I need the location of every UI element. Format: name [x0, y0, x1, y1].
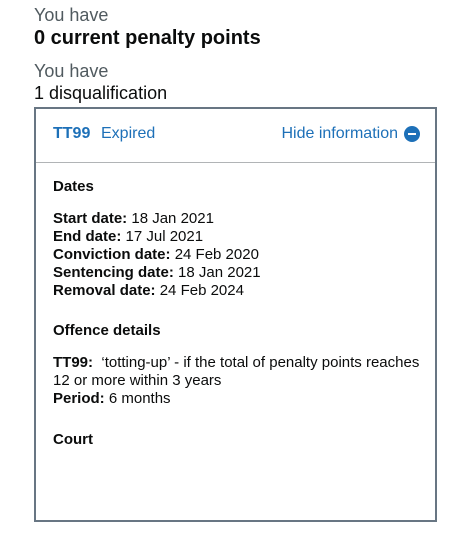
- date-label: Removal date:: [53, 282, 156, 299]
- points-value: 0 current penalty points: [34, 27, 261, 49]
- date-label: Sentencing date:: [53, 264, 174, 281]
- hide-information-label[interactable]: Hide information: [282, 125, 399, 143]
- date-value: 24 Feb 2024: [159, 282, 244, 299]
- court-heading: Court: [53, 431, 93, 448]
- offence-description: TT99: ‘totting-up’ - if the total of pen…: [53, 354, 421, 390]
- period-label: Period:: [53, 390, 105, 407]
- date-value: 17 Jul 2021: [125, 228, 204, 245]
- date-row-conviction: Conviction date: 24 Feb 2020: [53, 246, 421, 264]
- disqualification-label: You have: [34, 61, 109, 81]
- minus-circle-icon[interactable]: [404, 126, 420, 142]
- offence-status: Expired: [101, 125, 156, 142]
- offence-card-body: Dates Start date: 18 Jan 2021 End date: …: [53, 178, 421, 449]
- date-row-start: Start date: 18 Jan 2021: [53, 210, 421, 228]
- hide-information-toggle[interactable]: Hide information: [282, 125, 420, 143]
- offence-details-heading: Offence details: [53, 322, 161, 339]
- date-row-removal: Removal date: 24 Feb 2024: [53, 282, 421, 300]
- offence-code: TT99: [53, 125, 91, 142]
- date-value: 18 Jan 2021: [131, 210, 214, 227]
- offence-period: Period: 6 months: [53, 390, 421, 408]
- dates-heading: Dates: [53, 178, 94, 195]
- date-value: 24 Feb 2020: [174, 246, 259, 263]
- date-label: Start date:: [53, 210, 128, 227]
- offence-card: TT99 Expired Hide information Dates Star…: [34, 107, 437, 522]
- offence-detail-code: TT99:: [53, 354, 94, 371]
- date-label: End date:: [53, 228, 122, 245]
- date-label: Conviction date:: [53, 246, 171, 263]
- offence-detail-text: ‘totting-up’ - if the total of penalty p…: [53, 354, 420, 389]
- date-row-sentencing: Sentencing date: 18 Jan 2021: [53, 264, 421, 282]
- period-value: 6 months: [108, 390, 171, 407]
- date-row-end: End date: 17 Jul 2021: [53, 228, 421, 246]
- points-label: You have: [34, 5, 109, 25]
- disqualification-value: 1 disqualification: [34, 83, 168, 103]
- offence-card-header: TT99 Expired Hide information: [36, 109, 435, 163]
- date-value: 18 Jan 2021: [178, 264, 261, 281]
